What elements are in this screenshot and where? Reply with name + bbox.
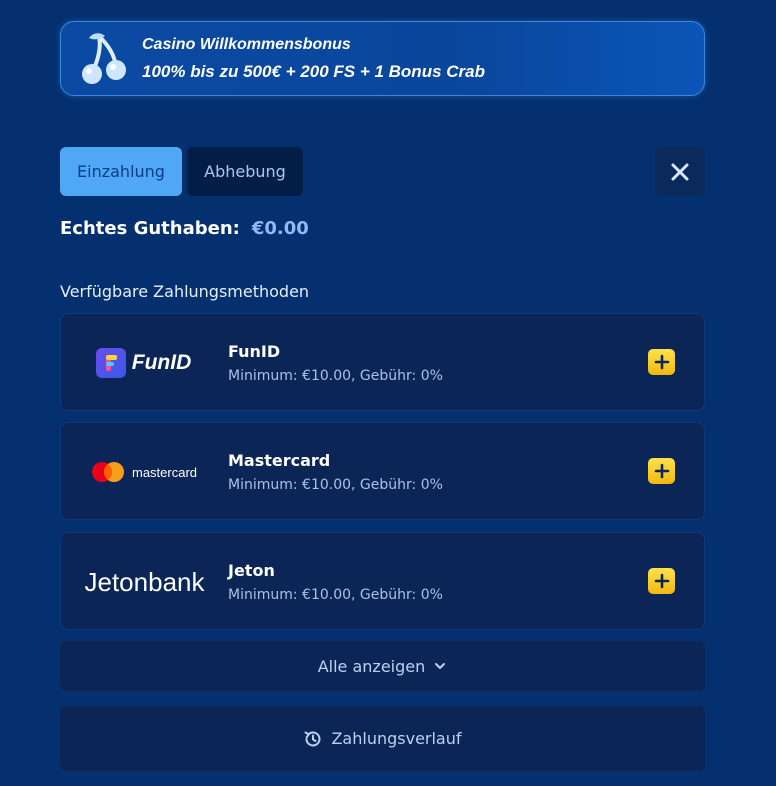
add-funid-button[interactable] bbox=[648, 349, 675, 375]
show-all-label: Alle anzeigen bbox=[317, 656, 426, 676]
real-balance: Echtes Guthaben: €0.00 bbox=[60, 218, 309, 239]
mastercard-logo: mastercard bbox=[61, 423, 226, 521]
plus-icon bbox=[654, 354, 669, 370]
add-jeton-button[interactable] bbox=[648, 568, 675, 594]
balance-label: Echtes Guthaben: bbox=[60, 218, 240, 239]
payment-history-label: Zahlungsverlauf bbox=[331, 729, 462, 748]
close-button[interactable] bbox=[655, 147, 705, 196]
banner-offer: 100% bis zu 500€ + 200 FS + 1 Bonus Crab bbox=[142, 62, 485, 81]
funid-logo-icon bbox=[95, 348, 126, 378]
cherry-icon bbox=[82, 33, 126, 84]
history-icon bbox=[304, 731, 321, 746]
tab-deposit[interactable]: Einzahlung bbox=[60, 147, 182, 196]
payment-method-jeton[interactable]: Jetonbank Jeton Minimum: €10.00, Gebühr:… bbox=[60, 532, 705, 630]
method-info: Minimum: €10.00, Gebühr: 0% bbox=[228, 587, 443, 603]
funid-logo: FunID bbox=[61, 314, 226, 412]
payment-history-button[interactable]: Zahlungsverlauf bbox=[60, 706, 705, 771]
method-info: Minimum: €10.00, Gebühr: 0% bbox=[228, 368, 443, 384]
mastercard-circles-icon bbox=[91, 462, 124, 482]
payment-methods-title: Verfügbare Zahlungsmethoden bbox=[60, 282, 310, 301]
method-name: Mastercard bbox=[228, 451, 331, 470]
method-name: Jeton bbox=[228, 561, 275, 580]
mastercard-logo-text: mastercard bbox=[131, 464, 198, 480]
tab-withdraw[interactable]: Abhebung bbox=[187, 147, 303, 196]
method-name: FunID bbox=[228, 342, 281, 361]
chevron-down-icon bbox=[435, 663, 446, 669]
jetonbank-logo-text: Jetonbank bbox=[84, 566, 205, 597]
payment-method-funid[interactable]: FunID FunID Minimum: €10.00, Gebühr: 0% bbox=[60, 313, 705, 411]
jetonbank-logo: Jetonbank bbox=[61, 533, 226, 631]
add-mastercard-button[interactable] bbox=[648, 458, 675, 484]
funid-logo-text: FunID bbox=[131, 351, 192, 374]
banner-title: Casino Willkommensbonus bbox=[142, 36, 351, 53]
method-info: Minimum: €10.00, Gebühr: 0% bbox=[228, 477, 443, 493]
plus-icon bbox=[654, 463, 669, 479]
payment-method-mastercard[interactable]: mastercard Mastercard Minimum: €10.00, G… bbox=[60, 422, 705, 520]
balance-amount: €0.00 bbox=[251, 218, 309, 239]
plus-icon bbox=[654, 573, 669, 589]
welcome-bonus-banner[interactable]: Casino Willkommensbonus 100% bis zu 500€… bbox=[60, 21, 705, 96]
show-all-button[interactable]: Alle anzeigen bbox=[60, 641, 705, 691]
close-icon bbox=[671, 163, 689, 180]
